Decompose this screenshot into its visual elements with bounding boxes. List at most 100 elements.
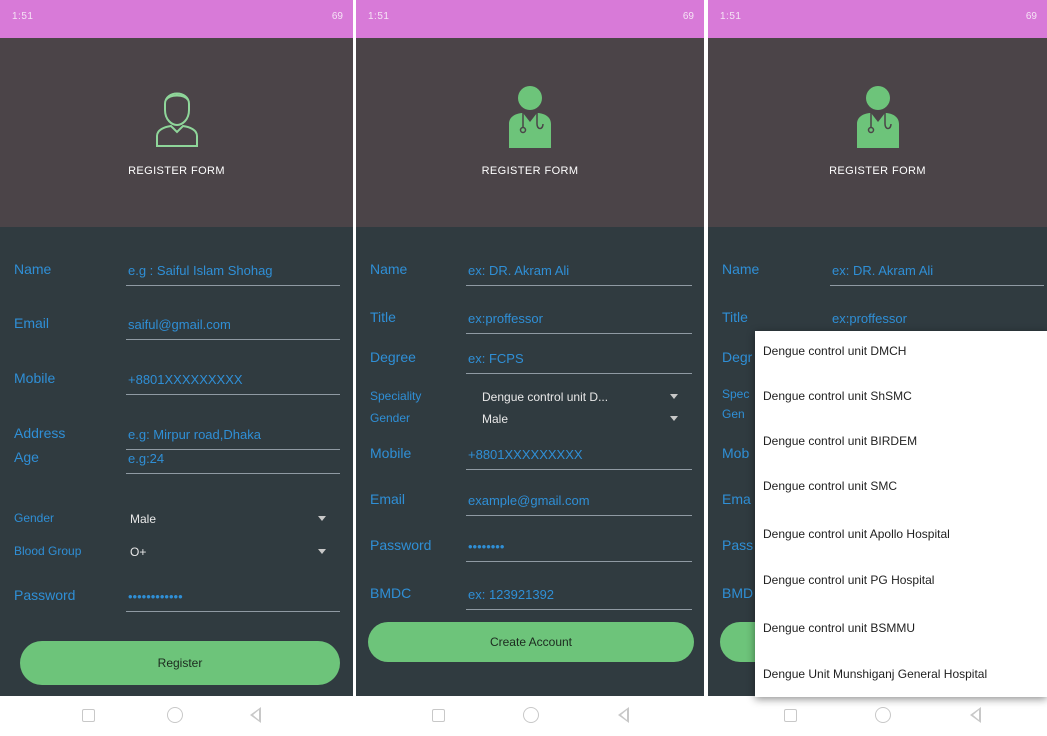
password-label: Password xyxy=(14,587,76,603)
screen-register-doctor: 1:51 69 REGISTER FORM Name ex: DR. Akram… xyxy=(356,0,704,736)
dropdown-option[interactable]: Dengue control unit PG Hospital xyxy=(763,573,934,587)
home-icon[interactable] xyxy=(167,707,183,723)
status-bar: 1:51 69 xyxy=(0,0,353,38)
back-icon[interactable] xyxy=(618,707,629,723)
page-title: REGISTER FORM xyxy=(128,165,225,177)
dropdown-option[interactable]: Dengue Unit Munshiganj General Hospital xyxy=(763,667,987,681)
password-field[interactable]: •••••••• xyxy=(466,535,692,562)
gender-select[interactable]: Male xyxy=(482,409,678,431)
recent-apps-icon[interactable] xyxy=(82,709,95,722)
form-row-degree: Degree ex: FCPS xyxy=(356,341,704,385)
screen-register-patient: 1:51 69 REGISTER FORM Name e.g : Saiful … xyxy=(0,0,353,736)
home-icon[interactable] xyxy=(523,707,539,723)
register-form: Name ex: DR. Akram Ali Title ex:proffess… xyxy=(356,227,704,736)
form-row-mobile: Mobile +8801XXXXXXXXX xyxy=(0,362,353,406)
form-row-email: Email example@gmail.com xyxy=(356,483,704,527)
title-label: Title xyxy=(370,309,396,325)
form-row-email: Email saiful@gmail.com xyxy=(0,307,353,351)
dropdown-arrow-icon xyxy=(318,516,326,521)
password-label: Pass xyxy=(722,537,754,553)
mobile-field[interactable]: +8801XXXXXXXXX xyxy=(466,443,692,470)
address-label: Address xyxy=(14,425,66,441)
gender-label: Gender xyxy=(14,511,55,525)
speciality-select[interactable]: Dengue control unit D... xyxy=(482,387,678,409)
system-nav-bar xyxy=(0,696,353,736)
status-time: 1:51 xyxy=(720,11,742,22)
system-nav-bar xyxy=(708,696,1047,736)
bmdc-label: BMDC xyxy=(370,585,412,601)
dropdown-option[interactable]: Dengue control unit DMCH xyxy=(763,344,906,358)
mobile-field[interactable]: +8801XXXXXXXXX xyxy=(126,368,340,395)
name-field[interactable]: e.g : Saiful Islam Shohag xyxy=(126,259,340,286)
form-row-gender: Gender Male xyxy=(0,507,353,531)
form-row-password: Password •••••••••••• xyxy=(0,579,353,623)
status-bar: 1:51 69 xyxy=(356,0,704,38)
name-label: Name xyxy=(370,261,408,277)
status-time: 1:51 xyxy=(368,11,390,22)
recent-apps-icon[interactable] xyxy=(784,709,797,722)
speciality-dropdown-menu: Dengue control unit DMCH Dengue control … xyxy=(755,331,1047,697)
status-time: 1:51 xyxy=(12,11,34,22)
back-icon[interactable] xyxy=(250,707,261,723)
header: REGISTER FORM xyxy=(356,38,704,227)
email-field[interactable]: saiful@gmail.com xyxy=(126,313,340,340)
email-label: Email xyxy=(14,315,50,331)
form-row-name: Name ex: DR. Akram Ali xyxy=(708,253,1047,297)
title-field[interactable]: ex:proffessor xyxy=(830,307,1044,334)
gender-label: Gender xyxy=(370,411,411,425)
status-bar: 1:51 69 xyxy=(708,0,1047,38)
system-nav-bar xyxy=(356,696,704,736)
header: REGISTER FORM xyxy=(0,38,353,227)
bmdc-field[interactable]: ex: 123921392 xyxy=(466,583,692,610)
degree-label: Degr xyxy=(722,349,753,365)
battery-indicator: 69 xyxy=(1025,11,1037,22)
dropdown-arrow-icon xyxy=(670,394,678,399)
doctor-outline-icon xyxy=(155,92,198,147)
form-row-password: Password •••••••• xyxy=(356,529,704,573)
dropdown-arrow-icon xyxy=(670,416,678,421)
blood-group-select[interactable]: O+ xyxy=(130,542,326,564)
form-row-name: Name ex: DR. Akram Ali xyxy=(356,253,704,297)
password-label: Password xyxy=(370,537,432,553)
form-row-gender: Gender Male xyxy=(356,407,704,429)
name-label: Name xyxy=(14,261,52,277)
email-label: Email xyxy=(370,491,406,507)
age-field[interactable]: e.g:24 xyxy=(126,447,340,474)
create-account-button[interactable]: Create Account xyxy=(368,622,694,662)
speciality-label: Spec xyxy=(722,387,750,401)
degree-label: Degree xyxy=(370,349,416,365)
home-icon[interactable] xyxy=(875,707,891,723)
mobile-label: Mob xyxy=(722,445,750,461)
doctor-filled-icon xyxy=(856,86,899,148)
dropdown-option[interactable]: Dengue control unit ShSMC xyxy=(763,389,912,403)
name-field[interactable]: ex: DR. Akram Ali xyxy=(830,259,1044,286)
recent-apps-icon[interactable] xyxy=(432,709,445,722)
page-title: REGISTER FORM xyxy=(829,165,926,177)
battery-indicator: 69 xyxy=(682,11,694,22)
header: REGISTER FORM xyxy=(708,38,1047,227)
email-field[interactable]: example@gmail.com xyxy=(466,489,692,516)
dropdown-option[interactable]: Dengue control unit Apollo Hospital xyxy=(763,527,950,541)
mobile-label: Mobile xyxy=(14,370,56,386)
gender-select[interactable]: Male xyxy=(130,509,326,531)
password-field[interactable]: •••••••••••• xyxy=(126,585,340,612)
form-row-age: Age e.g:24 xyxy=(0,441,353,485)
form-row-name: Name e.g : Saiful Islam Shohag xyxy=(0,253,353,297)
name-label: Name xyxy=(722,261,760,277)
dropdown-arrow-icon xyxy=(318,549,326,554)
title-field[interactable]: ex:proffessor xyxy=(466,307,692,334)
age-label: Age xyxy=(14,449,39,465)
register-form: Name e.g : Saiful Islam Shohag Email sai… xyxy=(0,227,353,736)
name-field[interactable]: ex: DR. Akram Ali xyxy=(466,259,692,286)
doctor-filled-icon xyxy=(509,86,551,148)
form-row-mobile: Mobile +8801XXXXXXXXX xyxy=(356,437,704,481)
dropdown-option[interactable]: Dengue control unit BSMMU xyxy=(763,621,915,635)
form-row-blood-group: Blood Group O+ xyxy=(0,540,353,564)
dropdown-option[interactable]: Dengue control unit BIRDEM xyxy=(763,434,917,448)
battery-indicator: 69 xyxy=(331,11,343,22)
degree-field[interactable]: ex: FCPS xyxy=(466,347,692,374)
dropdown-option[interactable]: Dengue control unit SMC xyxy=(763,479,897,493)
back-icon[interactable] xyxy=(970,707,981,723)
register-button[interactable]: Register xyxy=(20,641,340,685)
speciality-label: Speciality xyxy=(370,389,422,403)
